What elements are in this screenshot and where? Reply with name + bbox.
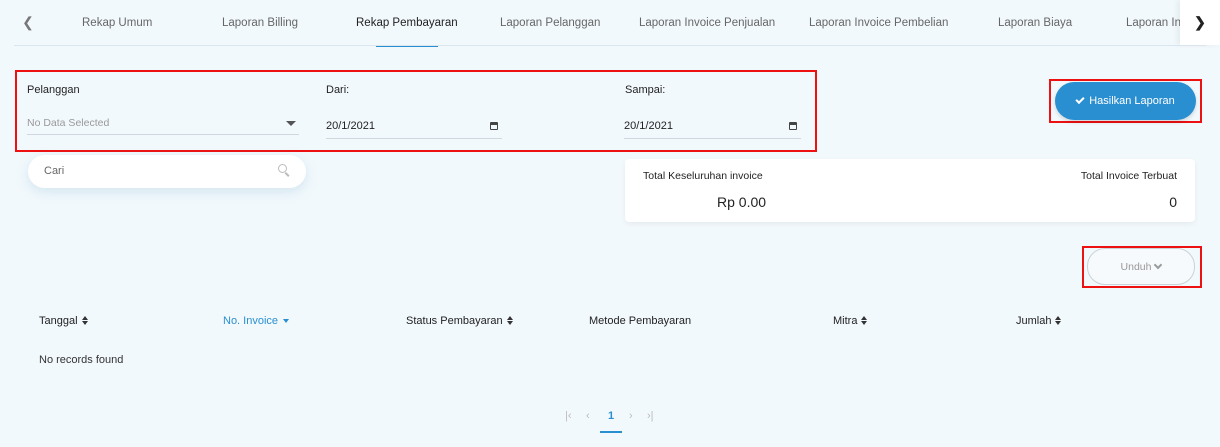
to-date-value: 20/1/2021 xyxy=(624,120,673,132)
tab-laporan-biaya[interactable]: Laporan Biaya xyxy=(998,0,1072,45)
sort-icon xyxy=(1055,316,1063,326)
empty-message: No records found xyxy=(39,354,124,366)
tab-laporan-billing[interactable]: Laporan Billing xyxy=(222,0,298,45)
summary-card: Total Keseluruhan invoice Rp 0.00 Total … xyxy=(625,159,1195,222)
column-tanggal-label: Tanggal xyxy=(39,315,78,327)
tab-laporan-inventori[interactable]: Laporan Inventori xyxy=(1126,0,1180,45)
from-label: Dari: xyxy=(326,84,350,96)
column-metode-label: Metode Pembayaran xyxy=(589,315,692,327)
page-number-current[interactable]: 1 xyxy=(608,410,614,422)
generate-report-button[interactable]: Hasilkan Laporan xyxy=(1055,82,1196,120)
customer-select[interactable]: No Data Selected xyxy=(27,111,299,135)
next-page-icon[interactable]: › xyxy=(629,410,633,422)
tabs-divider xyxy=(14,45,1206,46)
generate-report-label: Hasilkan Laporan xyxy=(1089,95,1175,107)
column-mitra-label: Mitra xyxy=(833,315,858,327)
chevron-left-icon[interactable]: ❮ xyxy=(8,0,48,45)
chevron-right-icon[interactable]: ❯ xyxy=(1180,0,1220,45)
column-mitra[interactable]: Mitra xyxy=(833,315,869,327)
column-status-pembayaran[interactable]: Status Pembayaran xyxy=(406,315,515,327)
column-status-label: Status Pembayaran xyxy=(406,315,503,327)
search-icon[interactable] xyxy=(278,164,287,173)
column-metode-pembayaran: Metode Pembayaran xyxy=(589,315,691,327)
tab-clip: Laporan Inventori xyxy=(1100,0,1180,45)
invoice-count-value: 0 xyxy=(1169,194,1177,210)
tab-laporan-pelanggan[interactable]: Laporan Pelanggan xyxy=(500,0,600,45)
customer-select-value: No Data Selected xyxy=(27,117,110,129)
sort-icon xyxy=(81,316,90,326)
caret-down-icon xyxy=(286,121,296,126)
tab-laporan-invoice-pembelian[interactable]: Laporan Invoice Pembelian xyxy=(809,0,948,45)
check-icon xyxy=(1075,94,1085,105)
tab-laporan-invoice-penjualan[interactable]: Laporan Invoice Penjualan xyxy=(639,0,775,45)
total-invoice-label: Total Keseluruhan invoice xyxy=(643,170,763,182)
column-tanggal[interactable]: Tanggal xyxy=(39,315,90,327)
column-no-invoice[interactable]: No. Invoice xyxy=(223,315,290,327)
total-invoice-value: Rp 0.00 xyxy=(717,194,767,210)
column-jumlah-label: Jumlah xyxy=(1016,315,1052,327)
report-tabs: ❮ Rekap Umum Laporan Billing Rekap Pemba… xyxy=(0,0,1220,47)
search-input[interactable]: Cari xyxy=(28,155,306,188)
from-date-input[interactable]: 20/1/2021 xyxy=(326,113,502,139)
download-label: Unduh xyxy=(1120,260,1152,273)
current-page-indicator xyxy=(600,431,622,433)
first-page-icon[interactable]: |‹ xyxy=(565,410,572,422)
to-date-input[interactable]: 20/1/2021 xyxy=(624,113,801,139)
column-no-invoice-label: No. Invoice xyxy=(223,315,279,327)
calendar-icon[interactable] xyxy=(789,122,797,130)
customer-label: Pelanggan xyxy=(27,84,80,96)
calendar-icon[interactable] xyxy=(490,122,498,130)
chevron-down-icon xyxy=(1154,260,1163,269)
sort-icon xyxy=(861,316,869,326)
last-page-icon[interactable]: ›| xyxy=(647,410,654,422)
download-button[interactable]: Unduh xyxy=(1087,248,1195,285)
search-placeholder: Cari xyxy=(44,165,65,177)
invoice-count-label: Total Invoice Terbuat xyxy=(1080,170,1177,182)
from-date-value: 20/1/2021 xyxy=(326,120,375,132)
to-label: Sampai: xyxy=(625,84,666,96)
tab-rekap-umum[interactable]: Rekap Umum xyxy=(82,0,152,45)
sort-desc-icon xyxy=(283,319,290,324)
tab-rekap-pembayaran[interactable]: Rekap Pembayaran xyxy=(356,0,458,47)
column-jumlah[interactable]: Jumlah xyxy=(1016,315,1063,327)
prev-page-icon[interactable]: ‹ xyxy=(586,410,590,422)
sort-icon xyxy=(506,316,515,326)
